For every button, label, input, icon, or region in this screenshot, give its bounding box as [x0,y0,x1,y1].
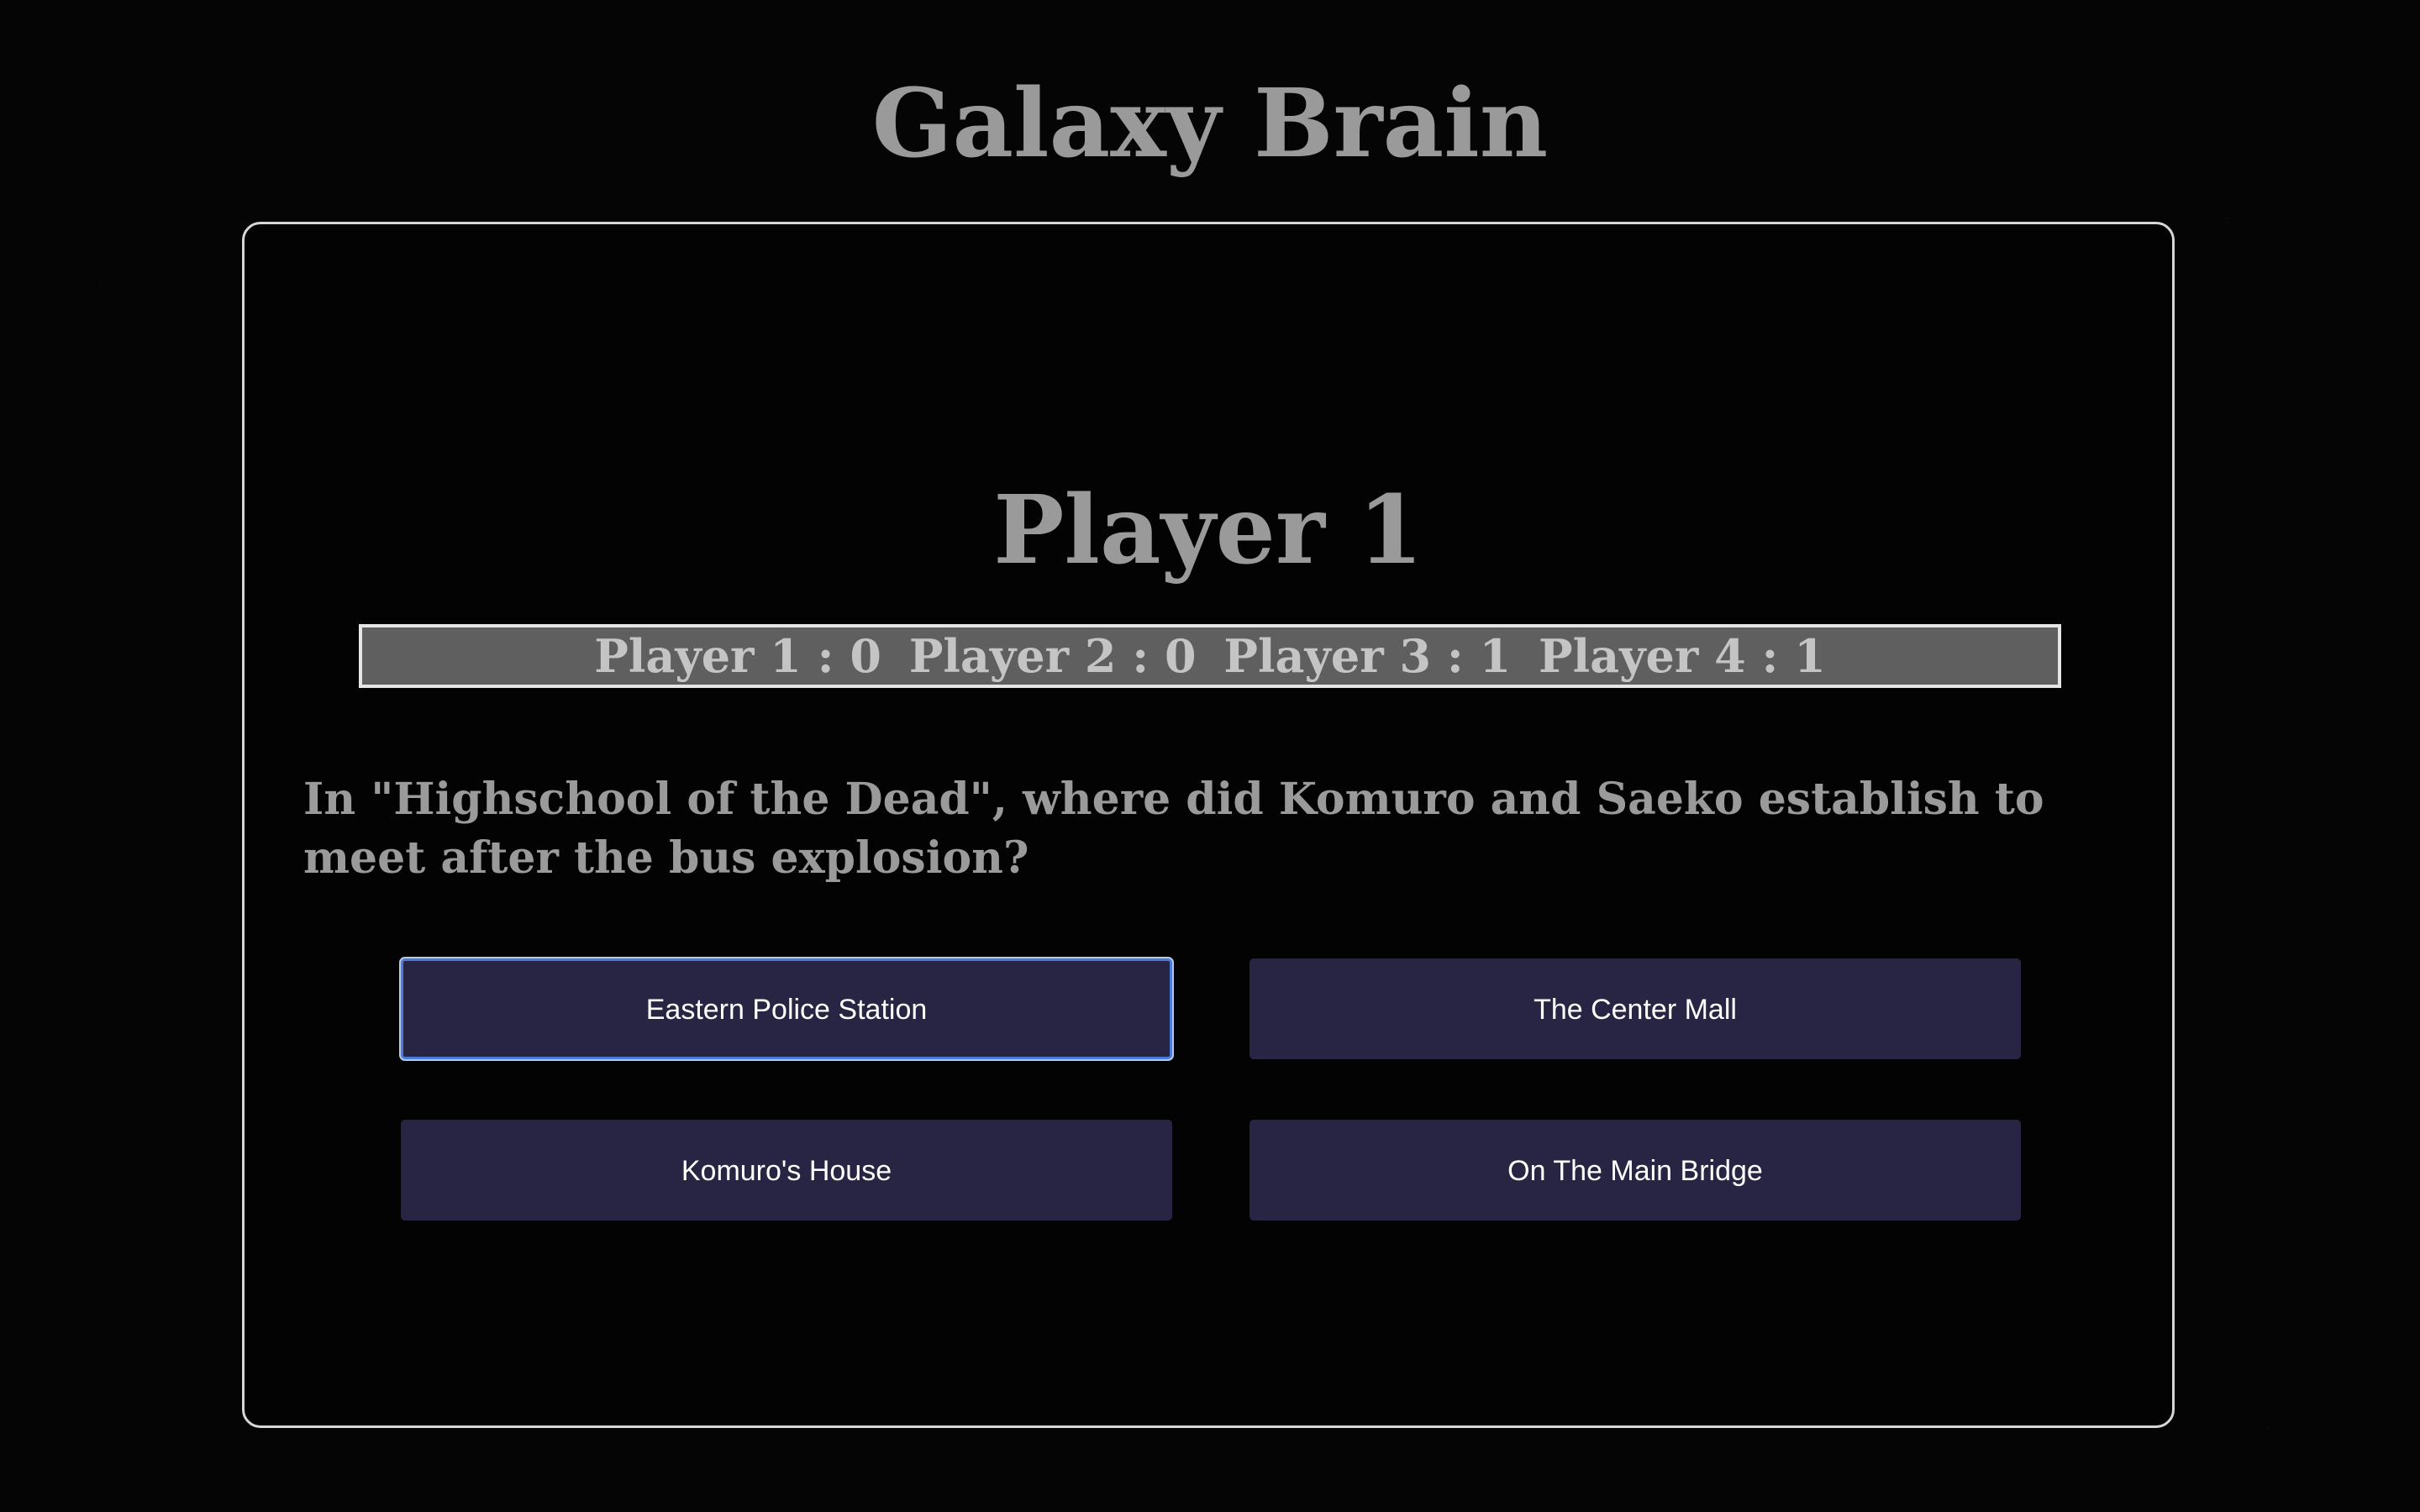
answer-button-the-center-mall[interactable]: The Center Mall [1249,958,2021,1059]
answer-button-komuros-house[interactable]: Komuro's House [401,1120,1172,1221]
site-title: Galaxy Brain [871,69,1549,179]
score-player-3: Player 3 : 1 [1223,629,1512,683]
answer-button-on-the-main-bridge[interactable]: On The Main Bridge [1249,1120,2021,1221]
scoreboard: Player 1 : 0 Player 2 : 0 Player 3 : 1 P… [359,624,2061,688]
score-player-1: Player 1 : 0 [594,629,881,683]
game-card: Player 1 Player 1 : 0 Player 2 : 0 Playe… [242,222,2175,1428]
current-player-heading: Player 1 [993,475,1423,585]
question-text: In "Highschool of the Dead", where did K… [303,774,2044,884]
score-player-4: Player 4 : 1 [1539,629,1826,683]
answer-button-eastern-police-station[interactable]: Eastern Police Station [401,958,1172,1059]
score-player-2: Player 2 : 0 [908,629,1197,683]
